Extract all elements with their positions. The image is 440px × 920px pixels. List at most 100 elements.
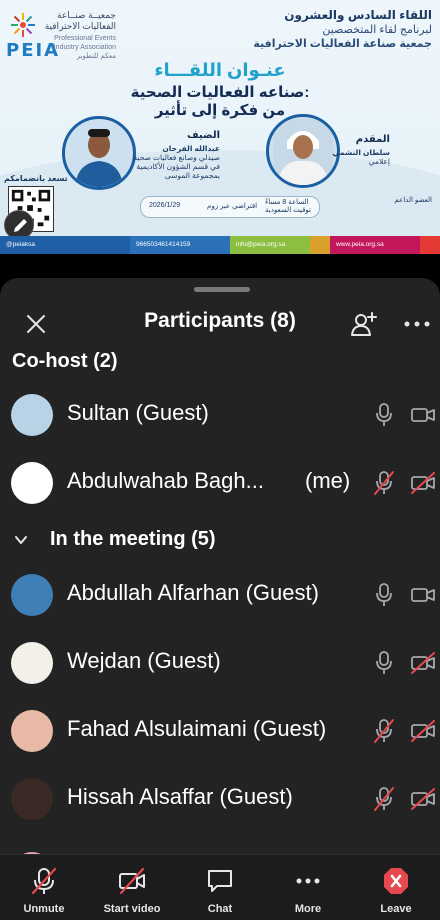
host-person-icon [273, 119, 333, 185]
muted-mic-icon [374, 719, 394, 743]
event-heading: اللقاء السادس والعشرون لبرنامج لقاء المت… [232, 8, 432, 51]
participant-row[interactable]: Hissah Alsaffar (Guest) [0, 766, 440, 834]
participant-row[interactable]: Abdullah Alfarhan (Guest) [0, 562, 440, 630]
video-off-icon [119, 867, 145, 895]
event-time-zone: توقيت السعودية [265, 207, 311, 214]
event-time: الساعة 8 مساءً توقيت السعودية [265, 199, 311, 215]
sheet-more-button[interactable] [402, 312, 432, 336]
in-meeting-toggle[interactable]: In the meeting (5) [12, 526, 312, 556]
mic-icon [376, 583, 392, 606]
avatar [11, 574, 53, 616]
unmute-button[interactable]: Unmute [0, 855, 88, 920]
event-time-text: الساعة 8 مساءً [265, 199, 309, 206]
mic-status[interactable] [373, 402, 395, 428]
avatar [11, 778, 53, 820]
guest-bio: عبدالله الفرحان صيدلي وصانع فعاليات صحية… [132, 144, 220, 180]
logo-burst-icon [11, 13, 35, 37]
video-icon [411, 588, 435, 602]
muted-mic-icon [374, 787, 394, 811]
shared-screen-banner: PEIA جمعيــة صنــاعة الفعاليات الاحترافي… [0, 0, 440, 254]
chat-button[interactable]: Chat [176, 855, 264, 920]
participant-name: Hissah Alsaffar (Guest) [67, 784, 293, 809]
start-video-label: Start video [103, 903, 161, 915]
topic-line-1: صناعه الفعاليات الصحية: [130, 84, 310, 101]
guest-name: عبدالله الفرحان [162, 144, 220, 153]
footer-accent-end [420, 236, 440, 254]
event-program: لبرنامج لقاء المتخصصين [322, 24, 432, 36]
add-person-icon [351, 312, 377, 336]
drag-handle[interactable] [194, 287, 250, 292]
video-status[interactable] [410, 788, 436, 810]
participant-row[interactable]: Fahad Alsulaimani (Guest) [0, 698, 440, 766]
event-edition: اللقاء السادس والعشرون [284, 8, 432, 22]
logo-english-name: Professional Events Industry Association… [36, 34, 116, 61]
host-title: إعلامي [368, 157, 390, 166]
guest-photo [62, 116, 136, 190]
leave-icon [384, 868, 408, 894]
participant-name: Wejdan (Guest) [67, 648, 221, 673]
participant-row[interactable]: Abdulwahab Bagh... (me) [0, 450, 440, 518]
mic-status[interactable] [373, 582, 395, 608]
event-platform: افتراضي عبر زوم [207, 203, 258, 210]
footer-email: info@peia.org.sa [230, 236, 310, 254]
footer-phone: 966503461414159 [130, 236, 230, 254]
participant-row[interactable]: Sultan (Guest) [0, 382, 440, 450]
mic-status[interactable] [373, 718, 395, 744]
leave-label: Leave [380, 903, 412, 915]
participants-sheet: Participants (8) Co-host (2) Sultan (Gue… [0, 278, 440, 920]
participant-name: Abdulwahab Bagh... [67, 468, 264, 493]
video-off-icon [411, 788, 435, 810]
guest-person-icon [69, 121, 129, 187]
mic-icon [376, 651, 392, 674]
host-photo [266, 114, 340, 188]
participant-row[interactable]: Wejdan (Guest) [0, 630, 440, 698]
avatar [11, 642, 53, 684]
video-status[interactable] [410, 720, 436, 742]
chat-icon [208, 870, 232, 892]
banner-footer: @peiaksa 966503461414159 info@peia.org.s… [0, 236, 440, 254]
invite-button[interactable] [350, 310, 378, 338]
leave-button[interactable]: Leave [352, 855, 440, 920]
video-status[interactable] [410, 652, 436, 674]
qr-label: تسعد بانضمامكم [4, 174, 68, 183]
footer-spacer [70, 236, 130, 254]
avatar [11, 462, 53, 504]
footer-email-text: info@peia.org.sa [236, 241, 286, 248]
event-info-strip: 2026/1/29 افتراضي عبر زوم الساعة 8 مساءً… [140, 196, 320, 218]
video-status[interactable] [410, 472, 436, 494]
video-status[interactable] [410, 404, 436, 426]
guest-bio-line-2: في قسم الشؤون الأكاديمية [136, 162, 220, 171]
topic-title: عنـوان اللقـــاء [154, 60, 286, 80]
footer-accent [310, 236, 330, 254]
footer-phone-text: 966503461414159 [136, 241, 191, 248]
in-meeting-label: In the meeting (5) [50, 528, 216, 550]
participant-name: Fahad Alsulaimani (Guest) [67, 716, 327, 741]
participant-name: Abdullah Alfarhan (Guest) [67, 580, 319, 605]
logo-english-line: Professional Events Industry Association [53, 35, 116, 51]
muted-mic-icon [31, 867, 57, 895]
mic-status[interactable] [373, 786, 395, 812]
cohost-section-label: Co-host (2) [12, 350, 118, 372]
event-date: 2026/1/29 [149, 202, 181, 209]
mic-status[interactable] [373, 650, 395, 676]
logo-tagline: معكم للتطوير [76, 53, 116, 60]
ellipsis-icon [296, 878, 320, 884]
guest-bio-line-3: بمجموعة الموسى [164, 171, 220, 180]
unmute-label: Unmute [23, 903, 65, 915]
peia-logo: PEIA جمعيــة صنــاعة الفعاليات الاحترافي… [4, 8, 124, 68]
footer-social-text: @peiaksa [6, 241, 36, 248]
host-role: المقدم [355, 134, 390, 145]
host-bio: سلطان النشمي إعلامي [330, 148, 390, 166]
mic-icon [376, 403, 392, 426]
sponsor-label: العضو الداعم [394, 197, 432, 204]
host-name: سلطان النشمي [332, 148, 390, 157]
ellipsis-icon [404, 321, 430, 327]
video-off-icon [411, 652, 435, 674]
more-button[interactable]: More [264, 855, 352, 920]
logo-arabic-name: جمعيــة صنــاعة الفعاليات الاحترافية [44, 10, 116, 31]
video-status[interactable] [410, 584, 436, 606]
mic-status[interactable] [373, 470, 395, 496]
event-organizer: جمعية صناعة الفعاليات الاحترافية [253, 38, 432, 50]
chevron-down-icon [15, 536, 27, 544]
start-video-button[interactable]: Start video [88, 855, 176, 920]
